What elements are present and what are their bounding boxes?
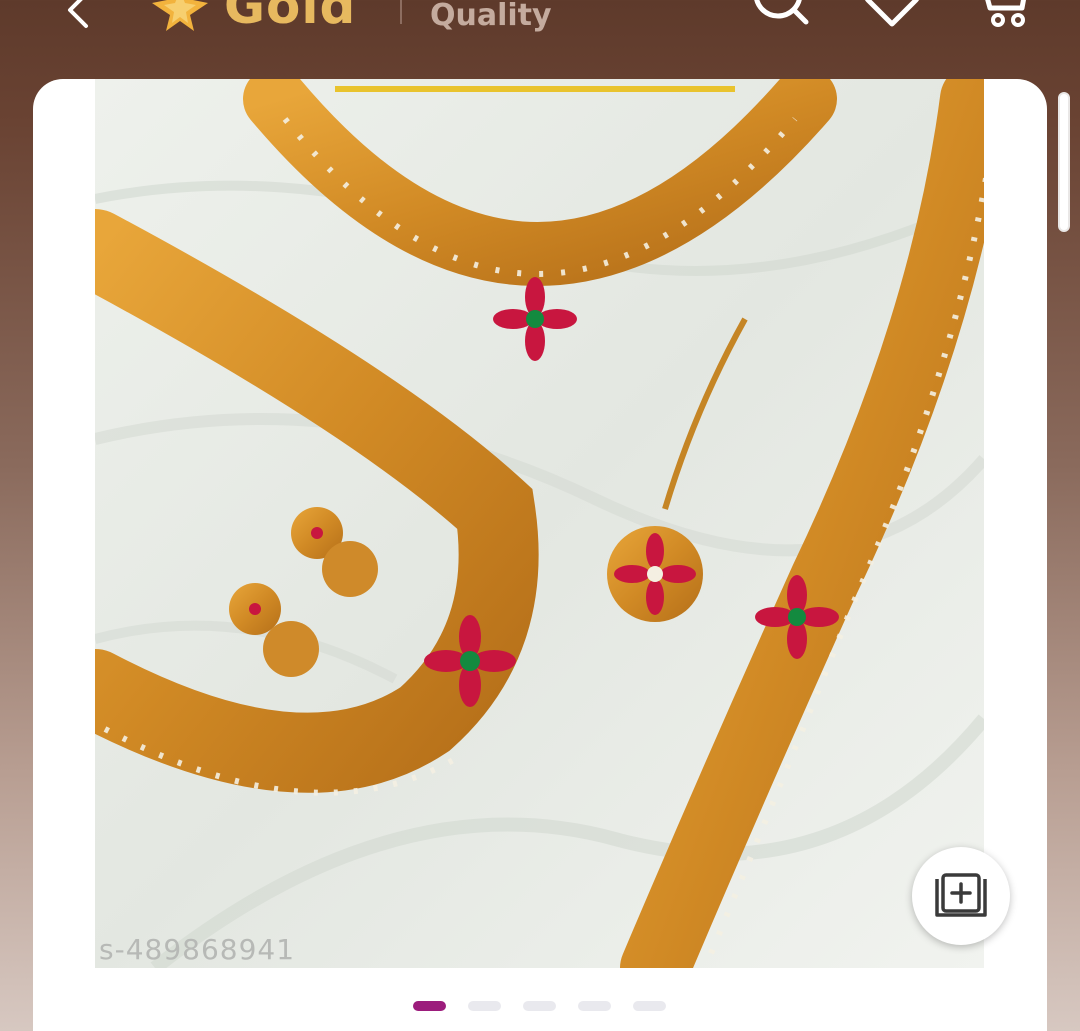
heart-icon <box>864 0 920 27</box>
brand-logo: Gold <box>150 0 357 35</box>
scrollbar-thumb[interactable] <box>1060 94 1068 230</box>
carousel-dot-2[interactable] <box>468 1001 501 1011</box>
chevron-left-icon <box>68 0 88 28</box>
back-button[interactable] <box>56 0 100 32</box>
cart-button[interactable] <box>976 0 1040 34</box>
carousel-dot-5[interactable] <box>633 1001 666 1011</box>
carousel-indicator <box>413 1001 666 1011</box>
product-image[interactable]: s-489868941 <box>95 79 984 968</box>
jewellery-set-photo <box>95 79 984 968</box>
brand-tagline: Quality <box>430 0 552 33</box>
brand-divider <box>400 0 402 24</box>
product-image-id: s-489868941 <box>99 933 296 966</box>
brand-star-icon <box>152 0 208 31</box>
carousel-dot-4[interactable] <box>578 1001 611 1011</box>
brand-name: Gold <box>224 0 357 35</box>
carousel-dot-3[interactable] <box>523 1001 556 1011</box>
add-to-catalog-icon <box>935 873 987 917</box>
scrollbar[interactable] <box>1058 92 1070 232</box>
app-header: Gold Quality <box>0 0 1080 60</box>
add-to-catalog-button[interactable] <box>912 847 1010 945</box>
wishlist-button[interactable] <box>860 0 924 34</box>
product-card: s-489868941 <box>33 79 1047 1031</box>
cart-icon <box>985 0 1026 27</box>
carousel-dot-1[interactable] <box>413 1001 446 1011</box>
search-button[interactable] <box>748 0 812 34</box>
search-icon <box>754 0 809 25</box>
